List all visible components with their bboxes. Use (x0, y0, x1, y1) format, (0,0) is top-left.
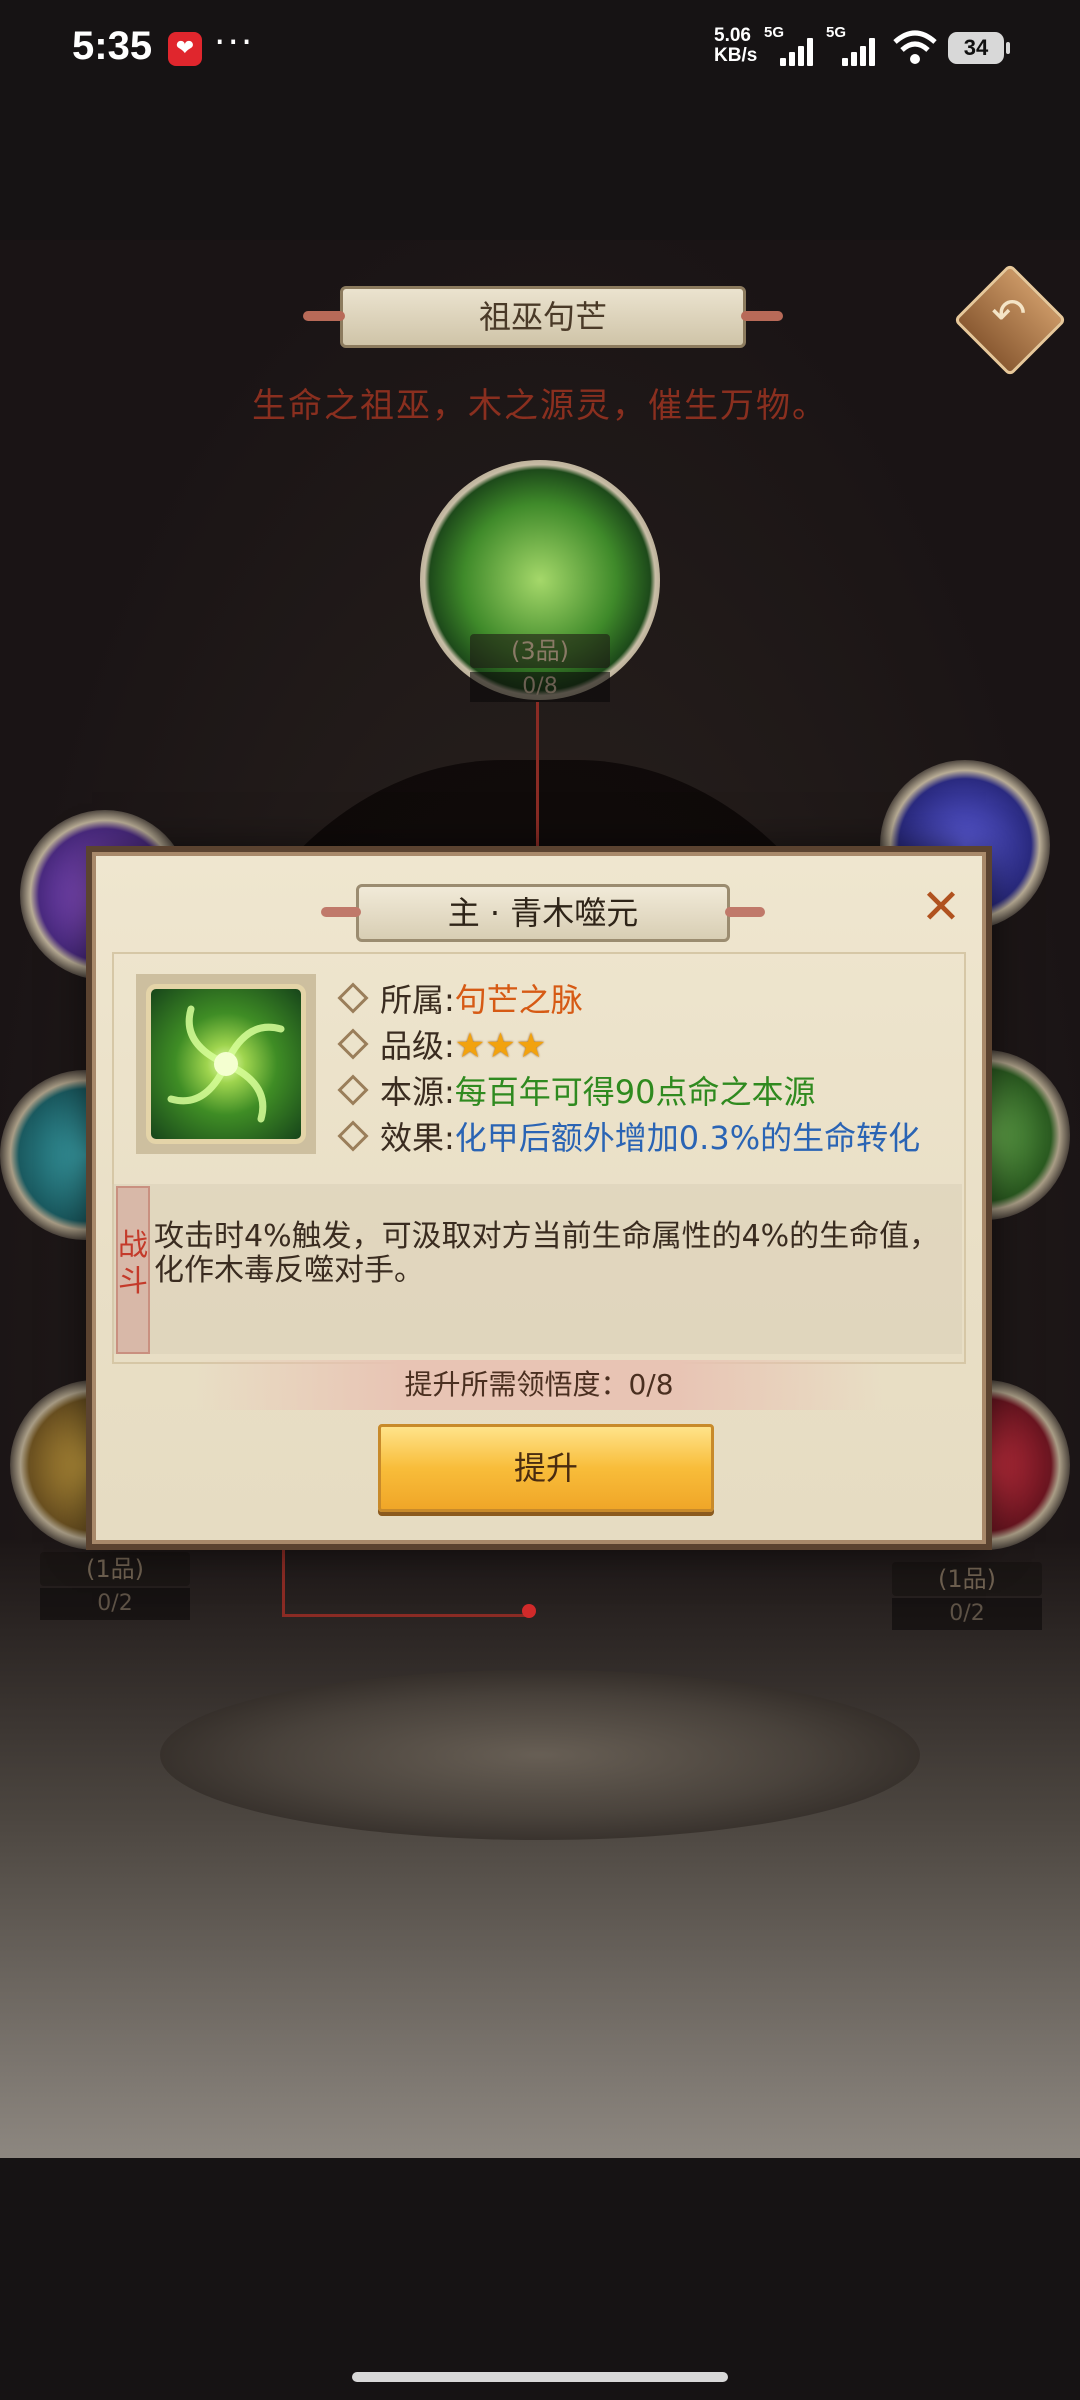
upgrade-requirement: 提升所需领悟度：0/8 (196, 1360, 882, 1410)
connector-line (282, 1550, 533, 1617)
page-title: 祖巫句芒 (303, 286, 783, 348)
leaf-vortex-icon (146, 984, 306, 1144)
skill-description: 攻击时4%触发，可汲取对方当前生命属性的4%的生命值，化作木毒反噬对手。 (154, 1219, 940, 1288)
star-rating: ★★★ (454, 1026, 547, 1066)
floor-background (0, 1540, 1080, 2158)
main-node-progress: 0/8 (470, 672, 610, 702)
back-arrow-icon[interactable]: ↶ (984, 284, 1034, 344)
battery-icon: 34 (948, 32, 1010, 64)
attribute-row-origin: 本源:每百年可得90点命之本源 (337, 1070, 816, 1114)
diamond-bullet-icon (337, 1120, 369, 1152)
diamond-bullet-icon (337, 1074, 369, 1106)
signal-icon (842, 38, 882, 66)
attribute-label: 品级 (380, 1027, 445, 1065)
more-notifications-icon: ··· (214, 22, 255, 63)
dialog-title: 主 · 青木噬元 (321, 884, 765, 942)
network-speed: 5.06 KB/s (714, 26, 757, 66)
affiliation-value: 句芒之脉 (454, 981, 583, 1019)
page-subtitle: 生命之祖巫，木之源灵，催生万物。 (252, 386, 828, 426)
attribute-label: 效果 (380, 1119, 445, 1157)
right-node-grade: (1品) (892, 1562, 1042, 1596)
diamond-bullet-icon (337, 982, 369, 1014)
connector-dot (522, 1604, 536, 1618)
diamond-bullet-icon (337, 1028, 369, 1060)
left-node-progress: 0/2 (40, 1588, 190, 1620)
left-node-grade: (1品) (40, 1552, 190, 1586)
home-indicator[interactable] (352, 2372, 728, 2382)
clock: 5:35 (72, 24, 153, 68)
effect-value: 化甲后额外增加0.3%的生命转化 (454, 1119, 921, 1157)
network-speed-unit: KB/s (714, 45, 758, 66)
close-button[interactable]: ✕ (916, 882, 966, 932)
right-node-progress: 0/2 (892, 1598, 1042, 1630)
attribute-label: 本源 (380, 1073, 445, 1111)
signal-icon (780, 38, 820, 66)
status-bar: 5:35 ❤ ··· 5.06 KB/s 5G 5G 34 (0, 0, 1080, 100)
origin-value: 每百年可得90点命之本源 (454, 1073, 816, 1111)
altar-platform (160, 1670, 920, 1840)
attribute-row-affiliation: 所属:句芒之脉 (337, 978, 583, 1022)
app-notification-icon: ❤ (168, 32, 202, 66)
battle-tag: 战斗 (116, 1186, 150, 1354)
attribute-row-grade: 品级:★★★ (337, 1024, 547, 1068)
wifi-icon (893, 30, 937, 64)
main-node-grade: (3品) (470, 634, 610, 668)
attribute-row-effect: 效果:化甲后额外增加0.3%的生命转化 (337, 1116, 921, 1160)
upgrade-button[interactable]: 提升 (378, 1424, 714, 1512)
attribute-label: 所属 (380, 981, 445, 1019)
skill-detail-dialog: 主 · 青木噬元 ✕ 所属:句芒之脉 品级:★★★ 本源:每百年可得90点命之本… (92, 852, 986, 1544)
network-speed-value: 5.06 (714, 25, 751, 46)
